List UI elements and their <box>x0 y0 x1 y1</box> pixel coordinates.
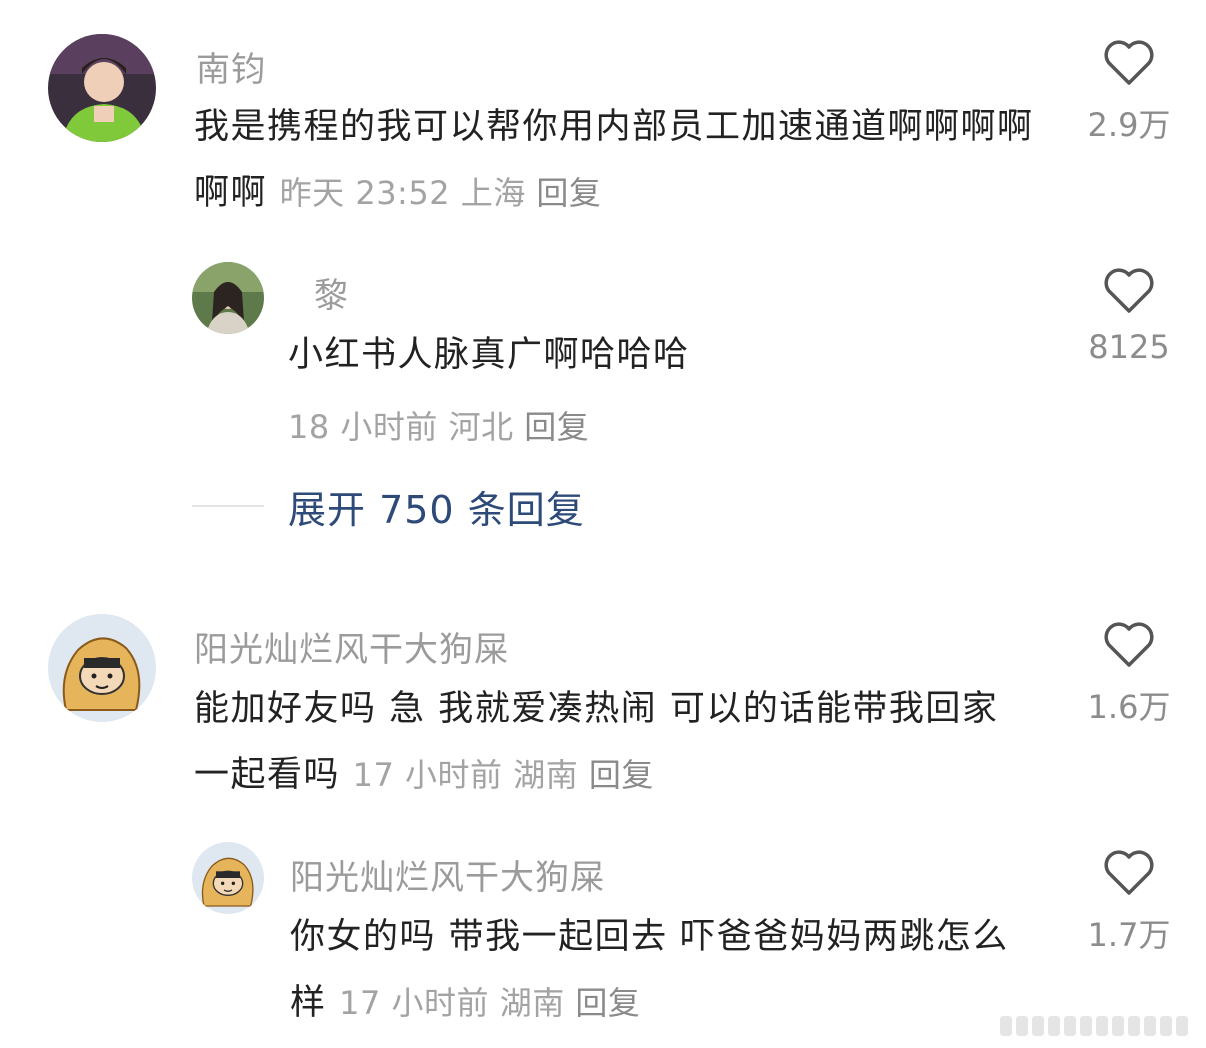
avatar[interactable] <box>48 614 156 722</box>
comment-location: 上海 <box>460 174 526 212</box>
comment-text: 我是携程的我可以帮你用内部员工加速通道啊啊啊啊啊啊 昨天 23:52 上海 回复 <box>194 94 1034 226</box>
heart-outline-icon <box>1104 40 1154 85</box>
comment-location: 湖南 <box>499 984 565 1022</box>
comment-time: 17 小时前 <box>352 756 503 794</box>
expand-divider <box>192 505 264 507</box>
watermark <box>1000 1016 1188 1036</box>
comment-text: 你女的吗 带我一起回去 吓爸爸妈妈两跳怎么样 17 小时前 湖南 回复 <box>290 904 1034 1036</box>
like-count: 2.9万 <box>1087 106 1171 144</box>
like-button[interactable]: 1.7万 <box>1074 850 1184 956</box>
heart-outline-icon <box>1104 268 1154 313</box>
reply-button[interactable]: 回复 <box>575 984 640 1022</box>
comment-meta: 昨天 23:52 上海 回复 <box>280 174 602 212</box>
avatar-woman-outdoor-icon <box>192 262 264 334</box>
heart-outline-icon <box>1104 850 1154 895</box>
comment-location: 湖南 <box>513 756 579 794</box>
comment-meta: 18 小时前 河北 回复 <box>288 402 589 448</box>
like-button[interactable]: 2.9万 <box>1074 40 1184 146</box>
like-count: 8125 <box>1088 328 1170 366</box>
like-button[interactable]: 8125 <box>1074 268 1184 366</box>
reply-button[interactable]: 回复 <box>524 408 589 446</box>
comment-username[interactable]: 南钧 <box>196 42 266 91</box>
heart-outline-icon <box>1104 622 1154 667</box>
expand-replies-label[interactable]: 展开 750 条回复 <box>288 479 585 534</box>
comment-location: 河北 <box>448 408 514 446</box>
comment-meta: 17 小时前 湖南 回复 <box>353 756 654 794</box>
comment-text: 能加好友吗 急 我就爱凑热闹 可以的话能带我回家一起看吗 17 小时前 湖南 回… <box>194 676 1034 808</box>
comment-username[interactable]: 阳光灿烂风干大狗屎 <box>290 850 605 899</box>
like-count: 1.7万 <box>1087 916 1171 954</box>
comment-username[interactable]: 阳光灿烂风干大狗屎 <box>194 622 509 671</box>
avatar[interactable] <box>192 262 264 334</box>
like-count: 1.6万 <box>1087 688 1171 726</box>
comment-username[interactable]: 黎 <box>314 268 349 317</box>
avatar-cartoon-taiyaki-icon <box>192 842 264 914</box>
avatar[interactable] <box>192 842 264 914</box>
reply-button[interactable]: 回复 <box>536 174 601 212</box>
comment-time: 17 小时前 <box>339 984 490 1022</box>
comment-time: 18 小时前 <box>288 408 438 446</box>
expand-replies-button[interactable]: 展开 750 条回复 <box>192 478 585 534</box>
like-button[interactable]: 1.6万 <box>1074 622 1184 728</box>
comment-meta: 17 小时前 湖南 回复 <box>339 984 640 1022</box>
reply-button[interactable]: 回复 <box>589 756 654 794</box>
comment-time: 昨天 23:52 <box>279 174 451 212</box>
comment-body: 小红书人脉真广啊哈哈哈 <box>288 335 690 375</box>
avatar-green-shirt-man-icon <box>48 34 156 142</box>
avatar[interactable] <box>48 34 156 142</box>
avatar-cartoon-taiyaki-icon <box>48 614 156 722</box>
